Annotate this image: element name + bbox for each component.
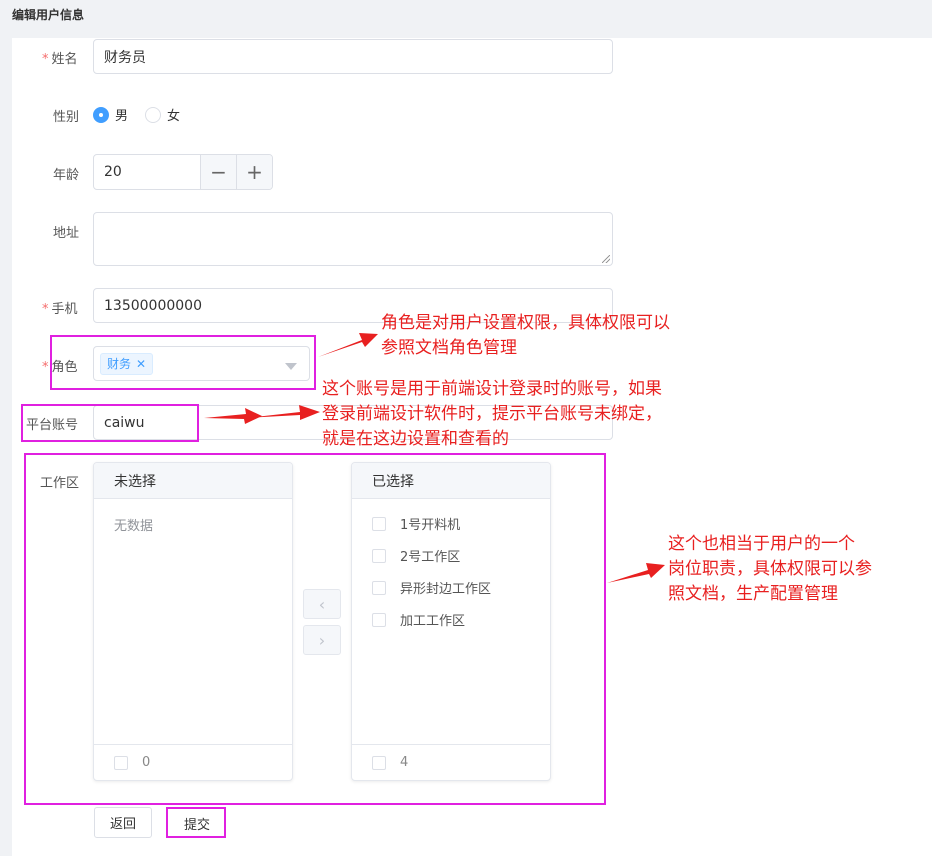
phone-label: * 手机 xyxy=(42,302,78,317)
arrow-to-workzone xyxy=(607,563,665,583)
page-title: 编辑用户信息 xyxy=(12,8,85,22)
back-button[interactable]: 返回 xyxy=(94,807,152,838)
gender-label: 性别 xyxy=(53,110,80,125)
plus-button[interactable]: + xyxy=(236,155,272,189)
submit-highlight-box xyxy=(166,807,226,838)
arrow-to-role xyxy=(318,333,378,357)
workzone-note: 这个也相当于用户的一个 岗位职责，具体权限可以参 照文档，生产配置管理 xyxy=(668,534,872,604)
age-stepper: 20 − + xyxy=(93,154,273,190)
age-value[interactable]: 20 xyxy=(94,155,200,189)
age-label: 年龄 xyxy=(53,168,80,183)
account-note: 这个账号是用于前端设计登录时的账号，如果 登录前端设计软件时，提示平台账号未绑定… xyxy=(322,379,662,449)
name-label: * 姓名 xyxy=(42,52,78,67)
radio-checked-icon xyxy=(93,106,109,123)
gender-radio-male[interactable]: 男 xyxy=(93,105,128,124)
name-input[interactable]: 财务员 xyxy=(93,39,613,74)
resize-grip-icon[interactable] xyxy=(602,255,610,263)
address-textarea[interactable] xyxy=(93,212,613,266)
minus-button[interactable]: − xyxy=(200,155,236,189)
left-margin xyxy=(0,0,12,856)
role-highlight-box xyxy=(50,335,316,390)
gender-radio-female[interactable]: 女 xyxy=(145,105,180,124)
role-note: 角色是对用户设置权限，具体权限可以 参照文档角色管理 xyxy=(381,313,670,358)
workzone-highlight-box xyxy=(24,453,606,805)
address-label: 地址 xyxy=(53,226,80,241)
account-highlight-box xyxy=(21,404,199,442)
header-band xyxy=(0,0,932,38)
radio-unchecked-icon xyxy=(145,106,161,123)
